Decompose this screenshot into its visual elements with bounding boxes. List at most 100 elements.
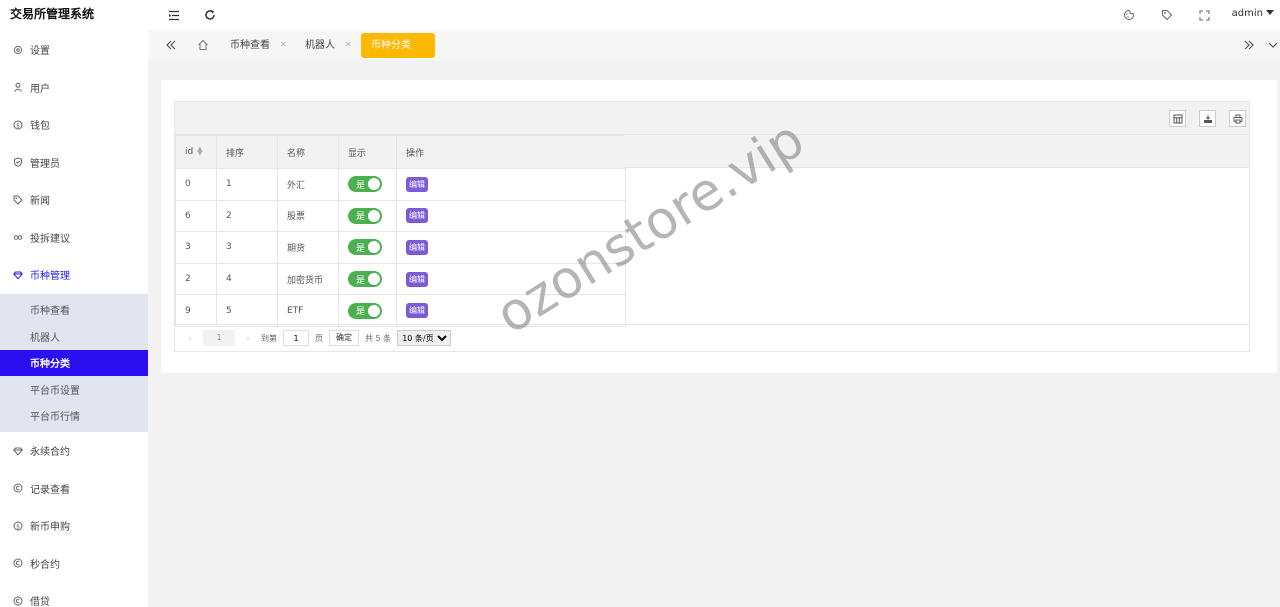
cell-sort: 4 [216, 262, 278, 296]
svg-text:$: $ [16, 122, 20, 129]
sidebar-item-wallet[interactable]: $ 钱包 [0, 106, 148, 144]
table-row: 6 2 股票 是 编辑 [175, 199, 626, 233]
scroll-right-icon[interactable] [1242, 38, 1256, 52]
page-suffix-label: 页 [315, 333, 323, 343]
table-row: 3 3 期货 是 编辑 [175, 231, 626, 264]
column-header-id[interactable]: id ▲ ▼ [175, 135, 217, 169]
edit-button[interactable]: 编辑 [406, 239, 428, 255]
sidebar-item-loan[interactable]: 借贷 [0, 582, 148, 607]
sidebar-item-users[interactable]: 用户 [0, 69, 148, 107]
submenu-item-robot[interactable]: 机器人 [0, 323, 148, 350]
page-input[interactable] [283, 330, 309, 346]
edit-button[interactable]: 编辑 [406, 303, 428, 319]
display-toggle[interactable]: 是 [348, 207, 382, 224]
sidebar-item-label: 借贷 [30, 597, 50, 607]
user-menu[interactable]: admin [1232, 8, 1274, 19]
tab-currency-category[interactable]: 币种分类 [361, 33, 435, 58]
sidebar-item-records[interactable]: 记录查看 [0, 470, 148, 508]
sidebar-item-new-coin-subscription[interactable]: $ 新币申购 [0, 507, 148, 545]
display-toggle[interactable]: 是 [348, 302, 382, 319]
prev-page-icon[interactable]: ‹ [183, 334, 197, 343]
tabs-bar: 币种查看 ✕ 机器人 ✕ 币种分类 [148, 30, 1280, 60]
sidebar-item-label: 设置 [30, 46, 50, 58]
columns-filter-icon[interactable] [1169, 110, 1186, 127]
table-header-fill [624, 135, 1249, 168]
pagination: ‹ 1 › 到第 页 确定 共 5 条 10 条/页 [175, 324, 1249, 351]
display-toggle[interactable]: 是 [348, 176, 382, 193]
submenu-item-platform-coin-market[interactable]: 平台币行情 [0, 403, 148, 430]
next-page-icon[interactable]: › [241, 334, 255, 343]
sidebar-item-currency-management[interactable]: 币种管理 [0, 256, 148, 294]
home-icon[interactable] [196, 38, 210, 52]
sidebar-item-admins[interactable]: 管理员 [0, 144, 148, 182]
circle-c-icon [13, 596, 23, 606]
submenu-item-label: 币种分类 [30, 359, 70, 371]
submenu-item-label: 平台币设置 [30, 385, 80, 397]
confirm-button[interactable]: 确定 [329, 330, 359, 346]
sidebar-item-label: 钱包 [30, 121, 50, 133]
user-icon [13, 82, 23, 93]
tag-icon [13, 195, 23, 205]
sidebar-item-news[interactable]: 新闻 [0, 181, 148, 219]
data-table: id ▲ ▼ 排序 名称 显示 操作 0 1 外汇 是 编辑 6 2 股票 是 … [175, 135, 626, 327]
app-title: 交易所管理系统 [10, 7, 95, 21]
close-icon[interactable]: ✕ [280, 40, 287, 49]
cell-name: 外汇 [277, 168, 339, 201]
tab-label: 币种查看 [230, 40, 270, 51]
column-header-display: 显示 [338, 135, 397, 169]
cell-name: 加密货币 [277, 262, 339, 296]
sidebar-item-second-contract[interactable]: 秒合约 [0, 545, 148, 583]
theme-icon[interactable] [1122, 8, 1136, 22]
tab-currency-view[interactable]: 币种查看 [230, 33, 270, 58]
tab-robot[interactable]: 机器人 [305, 33, 335, 58]
tag-icon[interactable] [1160, 8, 1174, 22]
table-toolbar [175, 102, 1249, 135]
cell-name: ETF [277, 294, 339, 327]
toggle-knob [368, 273, 380, 286]
cell-name: 期货 [277, 231, 339, 264]
cell-id: 9 [175, 294, 217, 327]
cell-name: 股票 [277, 199, 339, 233]
sidebar-item-settings[interactable]: 设置 [0, 31, 148, 69]
fullscreen-icon[interactable] [1197, 8, 1211, 22]
menu-toggle-icon[interactable] [167, 8, 181, 22]
caret-down-icon [1266, 10, 1274, 15]
column-header-name: 名称 [277, 135, 339, 169]
sidebar: 交易所管理系统 设置 用户 $ 钱包 管理员 新闻 投拆建议 币种管理 币种查看… [0, 0, 148, 607]
submenu-item-platform-coin-settings[interactable]: 平台币设置 [0, 376, 148, 403]
content-card: id ▲ ▼ 排序 名称 显示 操作 0 1 外汇 是 编辑 6 2 股票 是 … [161, 80, 1277, 373]
cell-id: 2 [175, 262, 217, 296]
table-header-row: id ▲ ▼ 排序 名称 显示 操作 [175, 135, 626, 169]
sidebar-item-perpetual-contract[interactable]: 永续合约 [0, 432, 148, 470]
sidebar-item-feedback[interactable]: 投拆建议 [0, 219, 148, 257]
chevron-down-icon[interactable] [1266, 38, 1280, 52]
table-row: 2 4 加密货币 是 编辑 [175, 262, 626, 296]
refresh-icon[interactable] [203, 8, 217, 22]
sidebar-item-label: 记录查看 [30, 484, 70, 496]
print-icon[interactable] [1229, 110, 1246, 127]
edit-button[interactable]: 编辑 [406, 176, 428, 192]
edit-button[interactable]: 编辑 [406, 271, 428, 287]
submenu-item-currency-view[interactable]: 币种查看 [0, 297, 148, 324]
coin-icon: $ [13, 120, 23, 130]
display-toggle[interactable]: 是 [348, 271, 382, 288]
sort-icon[interactable]: ▲ ▼ [197, 146, 202, 157]
sidebar-item-label: 币种管理 [30, 271, 70, 283]
diamond-icon [13, 446, 23, 456]
cell-id: 6 [175, 199, 217, 233]
display-toggle[interactable]: 是 [348, 239, 382, 256]
page-number-current[interactable]: 1 [203, 330, 235, 346]
sidebar-item-label: 秒合约 [30, 559, 60, 571]
per-page-select[interactable]: 10 条/页 [397, 330, 452, 346]
sidebar-item-label: 永续合约 [30, 447, 70, 459]
edit-button[interactable]: 编辑 [406, 208, 428, 224]
diamond-icon [13, 270, 23, 280]
close-icon[interactable]: ✕ [345, 40, 352, 49]
scroll-left-icon[interactable] [164, 38, 178, 52]
cell-id: 3 [175, 231, 217, 264]
submenu-item-label: 平台币行情 [30, 412, 80, 424]
export-icon[interactable] [1199, 110, 1216, 127]
submenu-item-currency-category[interactable]: 币种分类 [0, 349, 148, 376]
sidebar-item-label: 管理员 [30, 158, 60, 170]
submenu-item-label: 机器人 [30, 332, 60, 344]
